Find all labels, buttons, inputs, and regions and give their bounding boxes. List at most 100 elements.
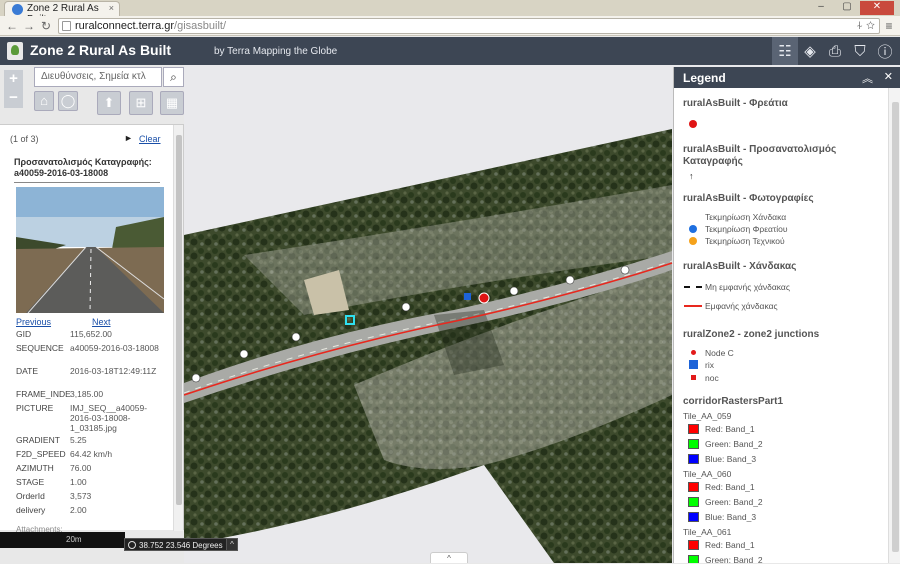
close-icon[interactable]: ✕ (884, 70, 893, 83)
legend-scrollbar[interactable] (888, 88, 900, 563)
tab-close-icon[interactable]: × (109, 3, 114, 13)
attribute-value: a40059-2016-03-18008 (70, 343, 159, 353)
legend-scroll-thumb[interactable] (892, 102, 899, 552)
legend-item-label: Green: Band_2 (705, 555, 763, 563)
zoom-in-button[interactable]: + (4, 70, 23, 89)
browser-toolbar: ← → ↻ ruralconnect.terra.gr/gisasbuilt/ … (0, 16, 900, 36)
browser-menu-icon[interactable]: ≡ (882, 19, 896, 33)
minimize-button[interactable]: – (808, 1, 834, 15)
legend-item-label: Blue: Band_3 (705, 454, 757, 464)
popup-scroll-thumb[interactable] (176, 135, 182, 505)
attribute-value: 2.00 (70, 505, 87, 515)
attribute-value: 2016-03-18T12:49:11Z (70, 366, 157, 376)
attribute-value: IMJ_SEQ__a40059-2016-03-18008-1_03185.jp… (70, 403, 148, 433)
red-band-swatch-icon (688, 540, 699, 550)
junction-marker[interactable] (464, 293, 471, 300)
select-tool-icon[interactable]: ⊞ (129, 91, 153, 115)
browser-tab[interactable]: Zone 2 Rural As Built × (4, 1, 120, 25)
popup-scrollbar[interactable] (173, 125, 183, 531)
upload-tool-icon[interactable]: ⬆ (97, 91, 121, 115)
legend-item-label: Εμφανής χάνδακας (705, 301, 778, 311)
attribute-value: 76.00 (70, 463, 92, 473)
green-band-swatch-icon (688, 497, 699, 507)
app-title: Zone 2 Rural As Built (30, 42, 172, 58)
popup-previous-link[interactable]: Previous (16, 317, 51, 327)
basemap-gallery-icon[interactable]: ▦ (160, 91, 184, 115)
popup-title: Προσανατολισμός Καταγραφής: a40059-2016-… (14, 157, 160, 183)
zoom-out-button[interactable]: − (4, 89, 23, 108)
legend-item-label: rix (705, 360, 714, 370)
coordinates-readout[interactable]: 38.752 23.546 Degrees (124, 538, 228, 551)
manhole-symbol-icon (689, 120, 697, 128)
legend-item-label: Μη εμφανής χάνδακας (705, 282, 790, 292)
hidden-trench-line-icon (684, 286, 702, 288)
address-bar[interactable]: ruralconnect.terra.gr/gisasbuilt/ ⍭ ☆ (58, 18, 880, 34)
locate-icon[interactable]: ◯ (58, 91, 78, 111)
green-band-swatch-icon (688, 439, 699, 449)
attribute-key: GID (16, 329, 32, 339)
coordinates-text: 38.752 23.546 Degrees (139, 541, 223, 550)
forward-button[interactable]: → (21, 18, 37, 34)
browser-tabbar: Zone 2 Rural As Built × – ▢ ✕ (0, 0, 900, 25)
attribute-key: STAGE (16, 477, 45, 487)
attribute-key: FRAME_INDE (16, 389, 71, 399)
legend-layer-title: corridorRastersPart1 (683, 396, 784, 407)
popup-next-link[interactable]: Next (92, 317, 111, 327)
popup-clear-link[interactable]: Clear (139, 134, 161, 144)
attribute-value: 1.00 (70, 477, 87, 487)
next-feature-arrow-icon[interactable]: ► (124, 133, 133, 143)
attribute-key: PICTURE (16, 403, 54, 413)
collapse-icon[interactable]: ︽ (862, 70, 873, 86)
attribute-value: 3,185.00 (70, 389, 104, 399)
attribute-key: delivery (16, 505, 46, 515)
info-button[interactable]: ⓘ (872, 37, 898, 65)
back-button[interactable]: ← (4, 18, 20, 34)
legend-layer-title: ruralZone2 - zone2 junctions (683, 329, 820, 340)
close-window-button[interactable]: ✕ (860, 1, 894, 15)
legend-layer-title: ruralAsBuilt - Προσανατολισμός Καταγραφή… (683, 144, 837, 167)
bookmark-star-icon[interactable]: ⍭ ☆ (856, 19, 875, 33)
legend-item-label: Green: Band_2 (705, 439, 763, 449)
browser-favicon-icon (12, 4, 23, 15)
print-button[interactable]: ⎙ (822, 37, 848, 65)
search-input[interactable]: Διευθύνσεις, Σημεία κτλ (34, 67, 162, 87)
legend-header: Legend ︽ ✕ (674, 67, 900, 88)
legend-panel: Legend ︽ ✕ ruralAsBuilt - Φρεάτια ruralA… (673, 67, 900, 563)
attribute-value: 3,573 (70, 491, 92, 501)
legend-list-button[interactable]: ☷ (772, 37, 798, 65)
layers-button[interactable]: ◈ (797, 37, 823, 65)
red-band-swatch-icon (688, 424, 699, 434)
crosshair-icon (128, 541, 136, 549)
feature-popup: (1 of 3) ► Clear Προσανατολισμός Καταγρα… (0, 124, 184, 534)
blue-band-swatch-icon (688, 454, 699, 464)
visible-trench-line-icon (684, 305, 702, 307)
rix-icon (689, 360, 698, 369)
app-subtitle: by Terra Mapping the Globe (214, 46, 338, 57)
photo-technical-icon (689, 237, 697, 245)
attribute-key: SEQUENCE (16, 343, 64, 353)
legend-item-label: Τεκμηρίωση Φρεατίου (705, 224, 788, 234)
url-path: /gisasbuilt/ (174, 20, 227, 32)
coordinates-caret-icon[interactable]: ^ (226, 538, 238, 551)
search-icon[interactable]: ⌕ (163, 67, 184, 87)
manhole-marker[interactable] (478, 292, 490, 304)
page-icon (62, 21, 71, 31)
noc-icon (691, 375, 696, 380)
app-header: Zone 2 Rural As Built by Terra Mapping t… (0, 37, 900, 65)
legend-item-label: Node C (705, 348, 734, 358)
attribute-value: 64.42 km/h (70, 449, 113, 459)
legend-item-label: Τεκμηρίωση Χάνδακα (705, 212, 787, 222)
reload-button[interactable]: ↻ (38, 18, 54, 34)
node-c-icon (691, 350, 696, 355)
home-icon[interactable]: ⌂ (34, 91, 54, 111)
road-photo[interactable] (16, 187, 164, 313)
maximize-button[interactable]: ▢ (834, 1, 860, 15)
attribute-value: 5.25 (70, 435, 87, 445)
attribute-key: DATE (16, 366, 39, 376)
filter-button[interactable]: ⛉ (847, 37, 873, 65)
legend-item-label: Red: Band_1 (705, 424, 755, 434)
url-host: ruralconnect.terra.gr (75, 20, 175, 32)
bottom-panel-toggle[interactable]: ^ (430, 552, 468, 563)
tile-name-label: Tile_AA_059 (683, 411, 732, 421)
attribute-key: GRADIENT (16, 435, 60, 445)
